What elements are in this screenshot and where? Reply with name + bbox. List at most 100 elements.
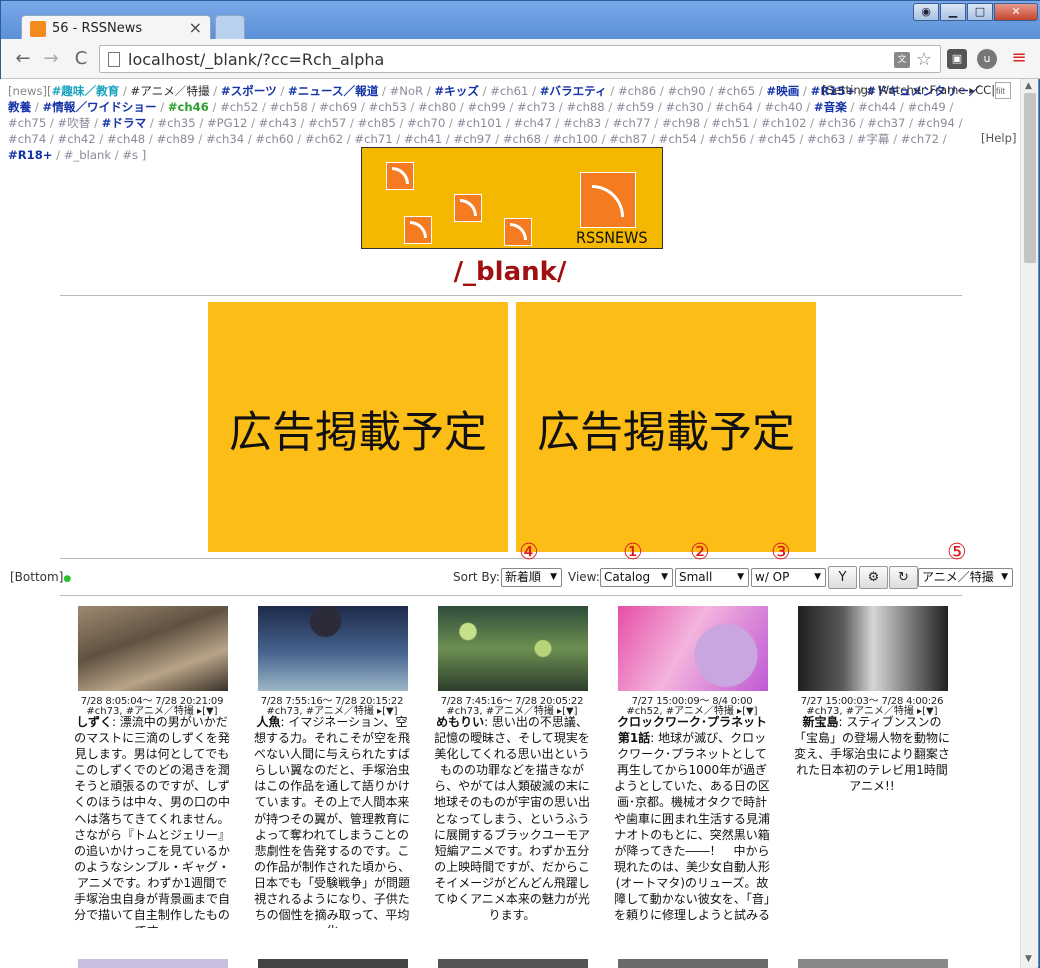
channel-link[interactable]: #ch65 bbox=[717, 84, 755, 98]
channel-link[interactable]: #ch46 bbox=[168, 100, 209, 114]
card-thumbnail[interactable] bbox=[258, 606, 408, 691]
catalog-card[interactable]: 7/27 15:00:03～ 7/28 4:00:26 #ch73, #アニメ／… bbox=[792, 606, 952, 928]
channel-link[interactable]: #ch48 bbox=[107, 132, 145, 146]
address-bar[interactable]: localhost/_blank/?cc=Rch_alpha 文 ☆ bbox=[99, 45, 941, 73]
catalog-card[interactable]: 7/27 15:00:09～ 8/4 0:00 #ch52, #アニメ／特撮 ▸… bbox=[612, 606, 772, 928]
settings-links[interactable]: [Settings Watcher Frame ▸CC|◂ bbox=[822, 83, 1001, 97]
channel-link[interactable]: #R18+ bbox=[8, 148, 53, 162]
channel-link[interactable]: #音楽 bbox=[814, 100, 847, 114]
channel-link[interactable]: #ch86 bbox=[618, 84, 656, 98]
channel-link[interactable]: #ドラマ bbox=[102, 116, 147, 130]
filter-icon[interactable]: Y bbox=[828, 566, 857, 589]
tab-close-icon[interactable]: × bbox=[189, 18, 202, 37]
channel-link[interactable]: #ch54 bbox=[659, 132, 697, 146]
channel-link[interactable]: #ch73 bbox=[517, 100, 555, 114]
card-title[interactable]: 人魚 bbox=[257, 715, 281, 729]
card-title[interactable]: めもりい bbox=[436, 715, 484, 729]
channel-link[interactable]: #ch35 bbox=[157, 116, 195, 130]
card-thumbnail[interactable] bbox=[798, 606, 948, 691]
scrollbar-thumb[interactable] bbox=[1024, 93, 1036, 263]
card-thumbnail[interactable] bbox=[798, 959, 948, 968]
genre-select[interactable]: アニメ／特撮 bbox=[918, 568, 1013, 587]
channel-link[interactable]: #ch51 bbox=[711, 116, 749, 130]
channel-link[interactable]: #ch90 bbox=[667, 84, 705, 98]
site-logo[interactable]: RSSNEWS bbox=[361, 147, 663, 249]
vertical-scrollbar[interactable]: ▲ ▼ bbox=[1020, 79, 1038, 968]
gear-icon[interactable]: ⚙ bbox=[859, 566, 888, 589]
ublock-icon[interactable]: u bbox=[977, 49, 997, 69]
channel-link[interactable]: #字幕 bbox=[857, 132, 890, 146]
forward-icon[interactable]: → bbox=[39, 47, 63, 71]
card-thumbnail[interactable] bbox=[78, 959, 228, 968]
tab-active[interactable]: 56 - RSSNews × bbox=[21, 15, 211, 41]
ad-banner[interactable]: 広告掲載予定 bbox=[208, 302, 508, 552]
channel-link[interactable]: #アニメ／特撮 bbox=[131, 84, 210, 98]
channel-link[interactable]: #ch36 bbox=[818, 116, 856, 130]
channel-link[interactable]: #ch80 bbox=[418, 100, 456, 114]
bookmark-star-icon[interactable]: ☆ bbox=[916, 49, 932, 70]
view-select[interactable]: Catalog bbox=[600, 568, 673, 587]
channel-link[interactable]: #ch62 bbox=[305, 132, 343, 146]
ad-banner[interactable]: 広告掲載予定 bbox=[516, 302, 816, 552]
channel-link[interactable]: #スポーツ bbox=[221, 84, 277, 98]
channel-link[interactable]: #ch57 bbox=[308, 116, 346, 130]
channel-link[interactable]: #s bbox=[122, 148, 138, 162]
channel-link[interactable]: #ch89 bbox=[156, 132, 194, 146]
channel-link[interactable]: #ch99 bbox=[468, 100, 506, 114]
channel-link[interactable]: #ch43 bbox=[259, 116, 297, 130]
catalog-card[interactable]: 7/28 8:05:04～ 7/28 20:21:09 #ch73, #アニメ／… bbox=[72, 606, 232, 928]
new-tab-button[interactable] bbox=[215, 15, 245, 41]
channel-link[interactable]: #ch40 bbox=[764, 100, 802, 114]
channel-link[interactable]: #NoR bbox=[390, 84, 424, 98]
channel-link[interactable]: #ch74 bbox=[8, 132, 46, 146]
size-select[interactable]: Small bbox=[675, 568, 749, 587]
channel-link[interactable]: #ch85 bbox=[358, 116, 396, 130]
close-window-button[interactable]: ✕ bbox=[994, 3, 1038, 21]
channel-link[interactable]: #ch71 bbox=[354, 132, 392, 146]
scroll-down-icon[interactable]: ▼ bbox=[1025, 954, 1032, 964]
channel-link[interactable]: #ch49 bbox=[908, 100, 946, 114]
bottom-link-label[interactable]: [Bottom] bbox=[10, 570, 63, 584]
channel-link[interactable]: #キッズ bbox=[434, 84, 479, 98]
channel-link[interactable]: #ニュース／報道 bbox=[288, 84, 378, 98]
catalog-card[interactable]: 7/28 7:55:16～ 7/28 20:15:22 #ch73, #アニメ／… bbox=[252, 606, 412, 928]
channel-link[interactable]: #ch94 bbox=[917, 116, 955, 130]
channel-link[interactable]: #_blank bbox=[64, 148, 111, 162]
channel-link[interactable]: #ch47 bbox=[513, 116, 551, 130]
card-thumbnail[interactable] bbox=[258, 959, 408, 968]
channel-link[interactable]: #ch68 bbox=[503, 132, 541, 146]
channel-link[interactable]: #ch97 bbox=[453, 132, 491, 146]
op-select[interactable]: w/ OP bbox=[751, 568, 826, 587]
url-text[interactable]: localhost/_blank/?cc=Rch_alpha bbox=[128, 50, 384, 69]
channel-link[interactable]: #ch34 bbox=[206, 132, 244, 146]
channel-link[interactable]: #PG12 bbox=[207, 116, 247, 130]
channel-link[interactable]: #ch53 bbox=[369, 100, 407, 114]
card-thumbnail[interactable] bbox=[618, 606, 768, 691]
bottom-link[interactable]: [Bottom]● bbox=[10, 570, 71, 584]
channel-link[interactable]: #ch37 bbox=[867, 116, 905, 130]
maximize-button[interactable]: □ bbox=[967, 3, 993, 21]
help-link[interactable]: [Help] bbox=[981, 131, 1016, 145]
card-title[interactable]: 新宝島 bbox=[803, 715, 839, 729]
channel-link[interactable]: #ch77 bbox=[612, 116, 650, 130]
channel-link[interactable]: #ch30 bbox=[665, 100, 703, 114]
channel-link[interactable]: #ch101 bbox=[457, 116, 503, 130]
refresh-icon[interactable]: ↻ bbox=[889, 566, 918, 589]
filter-input[interactable] bbox=[995, 82, 1011, 99]
catalog-card[interactable]: 7/28 7:45:16～ 7/28 20:05:22 #ch73, #アニメ／… bbox=[432, 606, 592, 928]
channel-link[interactable]: #ch56 bbox=[708, 132, 746, 146]
channel-link[interactable]: #ch75 bbox=[8, 116, 46, 130]
channel-link[interactable]: #ch41 bbox=[404, 132, 442, 146]
reload-icon[interactable]: C bbox=[69, 47, 93, 71]
channel-link[interactable]: #ch64 bbox=[715, 100, 753, 114]
channel-link[interactable]: #ch88 bbox=[566, 100, 604, 114]
minimize-button[interactable]: ▁ bbox=[940, 3, 966, 21]
channel-link[interactable]: #ch98 bbox=[662, 116, 700, 130]
channel-link[interactable]: #ch61 bbox=[490, 84, 528, 98]
channel-link[interactable]: #ch102 bbox=[761, 116, 807, 130]
channel-link[interactable]: #ch100 bbox=[552, 132, 598, 146]
card-title[interactable]: しずく bbox=[76, 715, 112, 729]
channel-link[interactable]: #ch59 bbox=[616, 100, 654, 114]
translate-icon[interactable]: 文 bbox=[894, 52, 910, 68]
channel-link[interactable]: #吹替 bbox=[57, 116, 90, 130]
